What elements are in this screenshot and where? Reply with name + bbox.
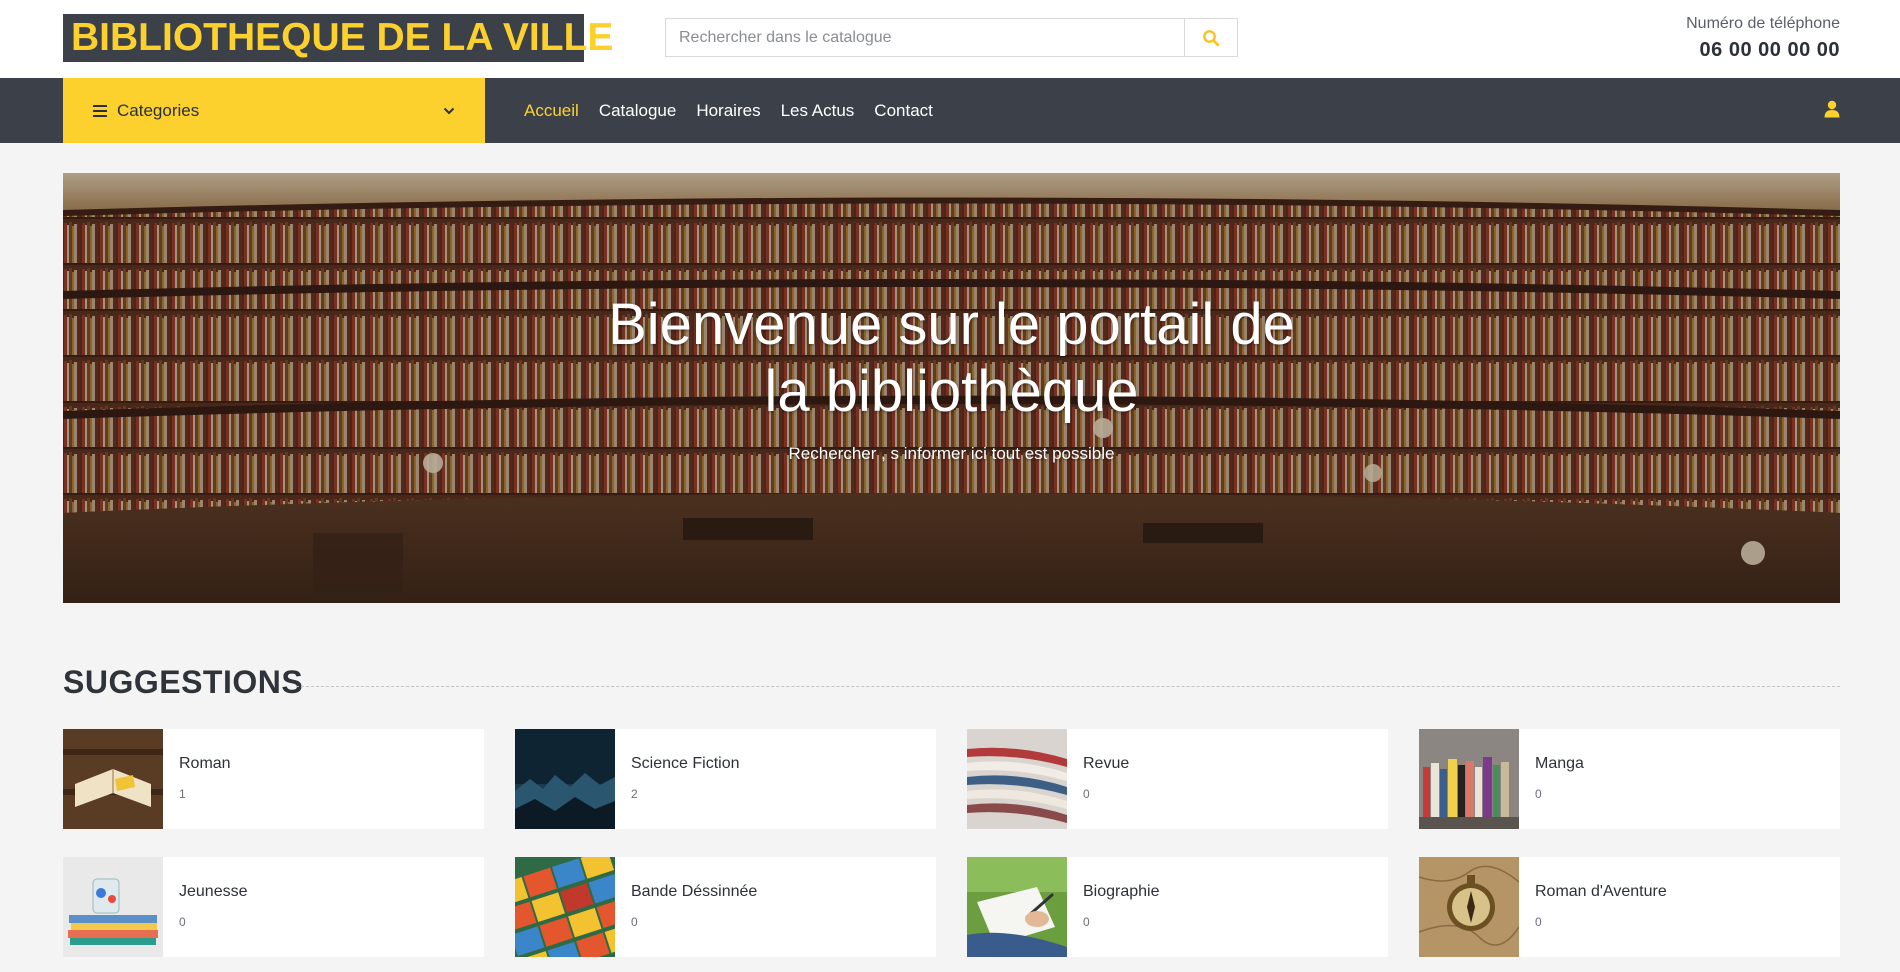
top-header: BIBLIOTHEQUE DE LA VILLE Numéro de télép… [0, 0, 1900, 78]
suggestions-title: SUGGESTIONS [63, 664, 304, 700]
category-name: Roman [179, 755, 231, 772]
category-name: Revue [1083, 755, 1130, 772]
hero-subtitle: Rechercher , s informer ici tout est pos… [788, 444, 1115, 463]
category-card[interactable]: Jeunesse 0 [63, 857, 484, 957]
category-count: 2 [631, 787, 638, 801]
main-navbar: Categories Accueil Catalogue Horaires Le… [0, 78, 1900, 143]
category-count: 0 [1083, 915, 1090, 929]
category-count: 0 [1535, 787, 1542, 801]
nav-link-horaires[interactable]: Horaires [696, 101, 760, 121]
section-divider [296, 686, 1840, 687]
category-name: Roman d'Aventure [1535, 883, 1667, 900]
category-card[interactable]: Roman 1 [63, 729, 484, 829]
category-name: Manga [1535, 755, 1584, 772]
category-thumbnail [63, 729, 163, 829]
hero-banner: Bienvenue sur le portail de la bibliothè… [63, 173, 1840, 603]
nav-link-accueil[interactable]: Accueil [524, 101, 579, 121]
category-count: 0 [631, 915, 638, 929]
nav-link-catalogue[interactable]: Catalogue [599, 101, 677, 121]
category-card[interactable]: Bande Déssinnée 0 [515, 857, 936, 957]
category-thumbnail [515, 729, 615, 829]
phone-contact: Numéro de téléphone 06 00 00 00 00 [1686, 15, 1840, 62]
category-card[interactable]: Roman d'Aventure 0 [1419, 857, 1840, 957]
category-card[interactable]: Manga 0 [1419, 729, 1840, 829]
category-count: 0 [1535, 915, 1542, 929]
nav-link-contact[interactable]: Contact [874, 101, 933, 121]
hero-title-line2: la bibliothèque [764, 359, 1139, 424]
hero-title-line1: Bienvenue sur le portail de [608, 292, 1295, 357]
category-name: Science Fiction [631, 755, 740, 772]
category-card[interactable]: Science Fiction 2 [515, 729, 936, 829]
category-thumbnail [63, 857, 163, 957]
category-count: 0 [179, 915, 186, 929]
categories-dropdown[interactable]: Categories [63, 78, 485, 143]
site-logo[interactable]: BIBLIOTHEQUE DE LA VILLE [63, 14, 613, 62]
search-input[interactable] [666, 19, 1184, 56]
phone-label: Numéro de téléphone [1686, 15, 1840, 32]
category-count: 0 [1083, 787, 1090, 801]
search-icon [1203, 29, 1220, 46]
category-name: Biographie [1083, 883, 1160, 900]
category-thumbnail [967, 729, 1067, 829]
category-count: 1 [179, 787, 186, 801]
nav-link-les-actus[interactable]: Les Actus [781, 101, 855, 121]
category-thumbnail [1419, 857, 1519, 957]
user-icon [1824, 100, 1840, 118]
nav-menu: Accueil Catalogue Horaires Les Actus Con… [524, 78, 953, 143]
category-card[interactable]: Revue 0 [967, 729, 1388, 829]
category-thumbnail [515, 857, 615, 957]
category-thumbnail [1419, 729, 1519, 829]
chevron-down-icon [443, 107, 455, 114]
account-button[interactable] [1824, 100, 1840, 123]
category-thumbnail [967, 857, 1067, 957]
search-button[interactable] [1184, 19, 1237, 56]
categories-label: Categories [117, 100, 200, 120]
category-name: Bande Déssinnée [631, 883, 758, 900]
phone-number: 06 00 00 00 00 [1699, 39, 1840, 61]
category-card[interactable]: Biographie 0 [967, 857, 1388, 957]
search-bar [665, 18, 1238, 57]
hamburger-icon [93, 104, 107, 117]
hero-title: Bienvenue sur le portail de la bibliothè… [63, 291, 1840, 425]
category-name: Jeunesse [179, 883, 248, 900]
